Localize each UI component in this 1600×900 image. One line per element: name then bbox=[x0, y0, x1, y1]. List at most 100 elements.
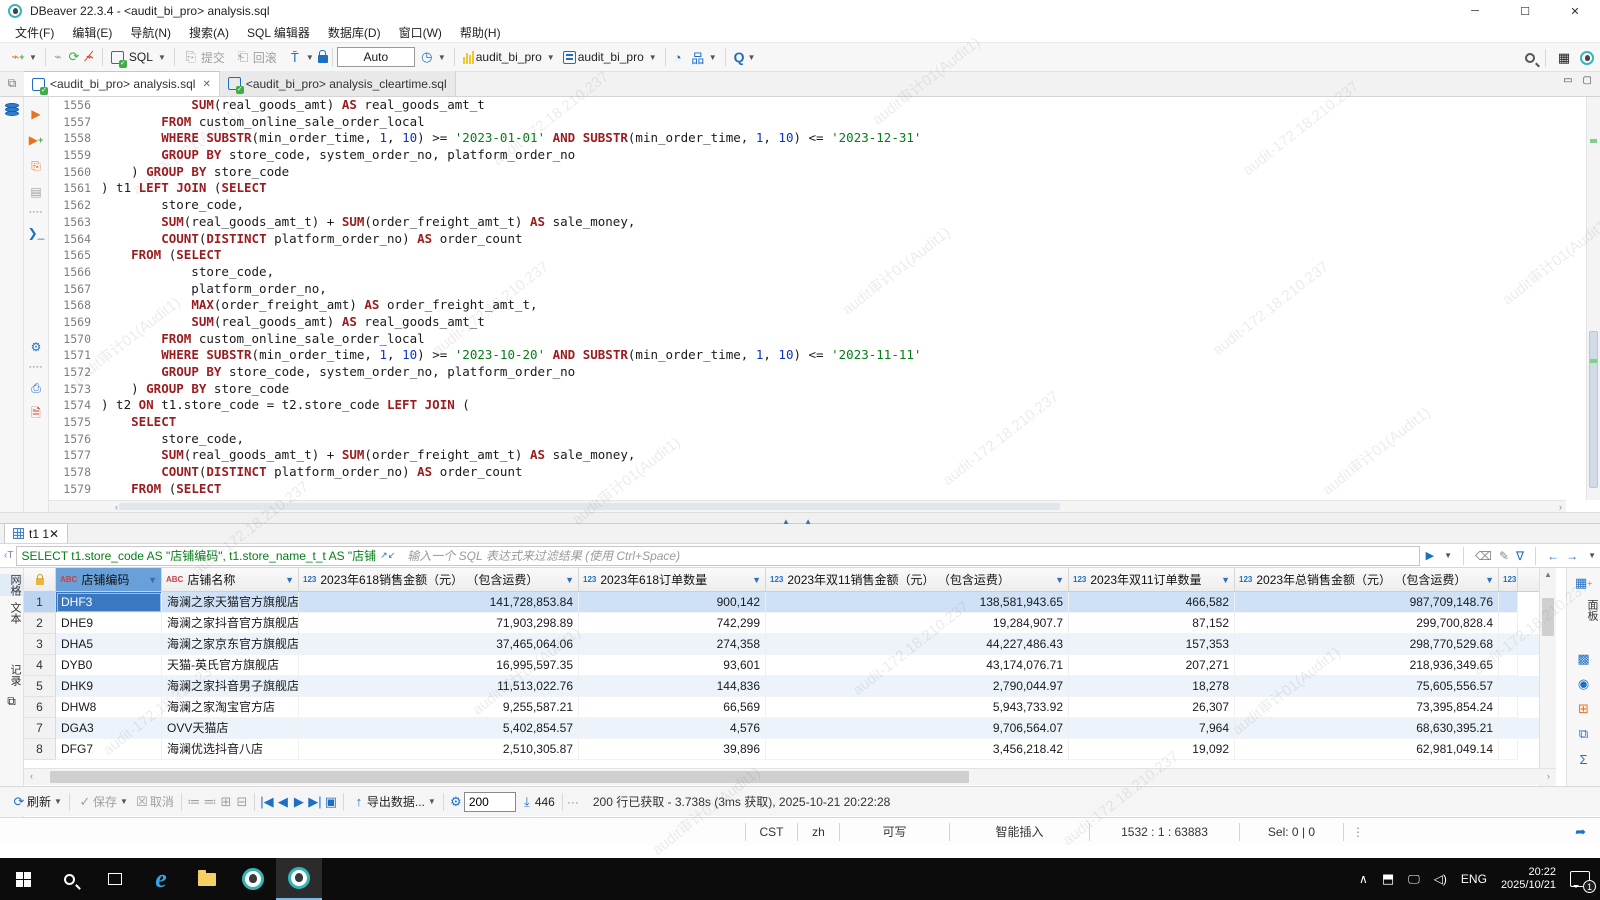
commit-button[interactable]: ⎘ 提交 bbox=[180, 47, 230, 68]
volume-icon[interactable]: ◁) bbox=[1434, 872, 1447, 886]
panel-calc-icon[interactable]: ⊞ bbox=[1574, 699, 1594, 719]
grid-cell[interactable]: 93,601 bbox=[579, 655, 766, 676]
sql-editor-button[interactable]: SQL▼ bbox=[108, 48, 169, 66]
language-switcher[interactable]: ENG bbox=[1461, 872, 1487, 886]
nav-dropdown-icon[interactable]: ▼ bbox=[1588, 551, 1596, 560]
grid-cell[interactable]: 218,936,349.65 bbox=[1235, 655, 1499, 676]
menu-SQL 编辑器[interactable]: SQL 编辑器 bbox=[238, 22, 319, 43]
dbeaver-taskbar-icon-active[interactable] bbox=[276, 858, 322, 900]
panel-references-icon[interactable]: ⧉ bbox=[1574, 724, 1594, 744]
next-row-icon[interactable]: ▶ bbox=[291, 794, 307, 810]
save-button[interactable]: ✓ 保存▼ bbox=[77, 793, 128, 810]
row-number[interactable]: 1 bbox=[24, 592, 56, 613]
grid-cell[interactable]: 75,605,556.57 bbox=[1235, 676, 1499, 697]
panel-metadata-icon[interactable]: ◉ bbox=[1574, 674, 1594, 694]
grid-cell[interactable]: DFG7 bbox=[56, 739, 162, 760]
grid-cell-partial[interactable] bbox=[1499, 655, 1518, 676]
minimize-button[interactable]: ─ bbox=[1450, 0, 1500, 22]
column-header-2[interactable]: ABC店铺名称▼ bbox=[162, 568, 299, 591]
grid-cell[interactable]: 66,569 bbox=[579, 697, 766, 718]
close-button[interactable]: ✕ bbox=[1550, 0, 1600, 22]
grid-cell[interactable]: DHK9 bbox=[56, 676, 162, 697]
row-number[interactable]: 5 bbox=[24, 676, 56, 697]
grid-cell[interactable]: 39,896 bbox=[579, 739, 766, 760]
network-icon[interactable]: 🖵 bbox=[1408, 872, 1420, 887]
start-button[interactable] bbox=[0, 858, 46, 900]
database-navigator-icon[interactable] bbox=[5, 103, 19, 117]
grid-cell-partial[interactable] bbox=[1499, 676, 1518, 697]
row-number[interactable]: 3 bbox=[24, 634, 56, 655]
prev-row-icon[interactable]: ◀ bbox=[275, 794, 291, 810]
connection-selector[interactable]: audit_bi_pro▼ bbox=[460, 48, 558, 66]
menu-文件F[interactable]: 文件(F) bbox=[6, 22, 63, 43]
row-number[interactable]: 8 bbox=[24, 739, 56, 760]
sql-console-icon[interactable]: ❯_ bbox=[27, 224, 45, 242]
perspective-icon[interactable]: ▦ bbox=[1556, 50, 1572, 66]
result-tab-t1[interactable]: t1 1 ✕ bbox=[4, 523, 68, 543]
grid-cell[interactable]: 26,307 bbox=[1069, 697, 1235, 718]
grid-cell[interactable]: 11,513,022.76 bbox=[299, 676, 579, 697]
execute-script-icon[interactable]: ⎘ bbox=[27, 157, 45, 175]
fetch-all-button[interactable]: ⤓ 446 bbox=[519, 794, 555, 810]
filter-funnel-icon[interactable]: ∇ bbox=[1516, 549, 1524, 563]
cancel-button[interactable]: ☒ 取消 bbox=[134, 793, 174, 810]
execute-new-tab-icon[interactable]: ▶+ bbox=[27, 131, 45, 149]
delete-row-icon[interactable]: ⊟ bbox=[234, 794, 250, 810]
grid-cell[interactable]: 87,152 bbox=[1069, 613, 1235, 634]
column-header-6[interactable]: 1232023年双11订单数量▼ bbox=[1069, 568, 1235, 591]
grid-cell[interactable]: DGA3 bbox=[56, 718, 162, 739]
grid-cell[interactable]: 299,700,828.4 bbox=[1235, 613, 1499, 634]
rollback-button[interactable]: ⎗ 回滚 bbox=[232, 47, 282, 68]
overflow-dots[interactable]: ··· bbox=[567, 795, 579, 809]
row-number[interactable]: 6 bbox=[24, 697, 56, 718]
export-result-icon[interactable]: ⎙ bbox=[27, 379, 45, 397]
grid-cell[interactable]: 9,706,564.07 bbox=[766, 718, 1069, 739]
edit-row-icon[interactable]: ≔ bbox=[186, 794, 202, 810]
column-filter-dropdown-icon[interactable]: ▼ bbox=[752, 575, 761, 585]
statusbar-notifications-icon[interactable]: ➦ bbox=[1575, 824, 1586, 840]
record-mode-button[interactable]: 记录 bbox=[0, 664, 23, 686]
network-profile-button[interactable]: 品▼ bbox=[687, 47, 720, 67]
grid-cell[interactable]: 海澜之家京东官方旗舰店 bbox=[162, 634, 299, 655]
menu-帮助H[interactable]: 帮助(H) bbox=[451, 22, 510, 43]
commit-mode-select[interactable]: Auto bbox=[337, 47, 415, 67]
grid-cell[interactable]: 7,964 bbox=[1069, 718, 1235, 739]
minimize-editor-icon[interactable]: ▭ bbox=[1563, 75, 1572, 86]
grid-cell[interactable]: 43,174,076.71 bbox=[766, 655, 1069, 676]
grid-cell[interactable]: DHA5 bbox=[56, 634, 162, 655]
menu-编辑E[interactable]: 编辑(E) bbox=[63, 22, 121, 43]
grid-cell[interactable]: 71,903,298.89 bbox=[299, 613, 579, 634]
connect-icon[interactable]: ⌁ bbox=[50, 49, 66, 65]
transaction-log-button[interactable]: ◷▼ bbox=[416, 47, 449, 67]
editor-vertical-scrollbar[interactable] bbox=[1586, 97, 1600, 500]
row-number[interactable]: 7 bbox=[24, 718, 56, 739]
row-number[interactable]: 2 bbox=[24, 613, 56, 634]
grid-cell[interactable]: DYB0 bbox=[56, 655, 162, 676]
disconnect-icon[interactable]: ⌁̸ bbox=[82, 49, 98, 65]
forward-icon[interactable]: → bbox=[1566, 549, 1578, 563]
grid-cell[interactable]: 海澜之家抖音官方旗舰店 bbox=[162, 613, 299, 634]
focus-cell-icon[interactable]: ▣ bbox=[323, 794, 339, 810]
internet-explorer-icon[interactable]: e bbox=[138, 858, 184, 900]
edit-filter-icon[interactable]: ✎ bbox=[1499, 549, 1509, 563]
maximize-editor-icon[interactable]: ▢ bbox=[1583, 75, 1592, 86]
sql-editor[interactable]: 1556 SUM(real_goods_amt) AS real_goods_a… bbox=[49, 97, 1566, 500]
editor-tab-1[interactable]: <audit_bi_pro> analysis.sql✕ bbox=[24, 71, 220, 96]
grid-vertical-scrollbar[interactable]: ▲ ▼ bbox=[1539, 568, 1556, 786]
execute-statement-icon[interactable]: ▶ bbox=[27, 105, 45, 123]
grid-horizontal-scrollbar[interactable]: ‹ › bbox=[24, 768, 1556, 785]
grid-cell[interactable]: 298,770,529.68 bbox=[1235, 634, 1499, 655]
reconnect-icon[interactable]: ⟳ bbox=[66, 49, 82, 65]
editor-horizontal-scrollbar[interactable]: ‹ › bbox=[49, 500, 1566, 512]
record-panel-icon[interactable]: ⧉ bbox=[3, 692, 21, 710]
first-row-icon[interactable]: |◀ bbox=[259, 794, 275, 810]
grid-cell[interactable]: 466,582 bbox=[1069, 592, 1235, 613]
grid-cell[interactable]: 4,576 bbox=[579, 718, 766, 739]
maximize-button[interactable]: ☐ bbox=[1500, 0, 1550, 22]
grid-corner-key-icon[interactable] bbox=[24, 568, 56, 591]
grid-settings-gear-icon[interactable]: ⚙ bbox=[448, 794, 464, 810]
clock[interactable]: 20:22 2025/10/21 bbox=[1501, 866, 1556, 892]
task-view-icon[interactable] bbox=[92, 858, 138, 900]
grid-cell[interactable]: 2,790,044.97 bbox=[766, 676, 1069, 697]
filter-input[interactable]: SELECT t1.store_code AS "店铺编码", t1.store… bbox=[16, 546, 1419, 566]
